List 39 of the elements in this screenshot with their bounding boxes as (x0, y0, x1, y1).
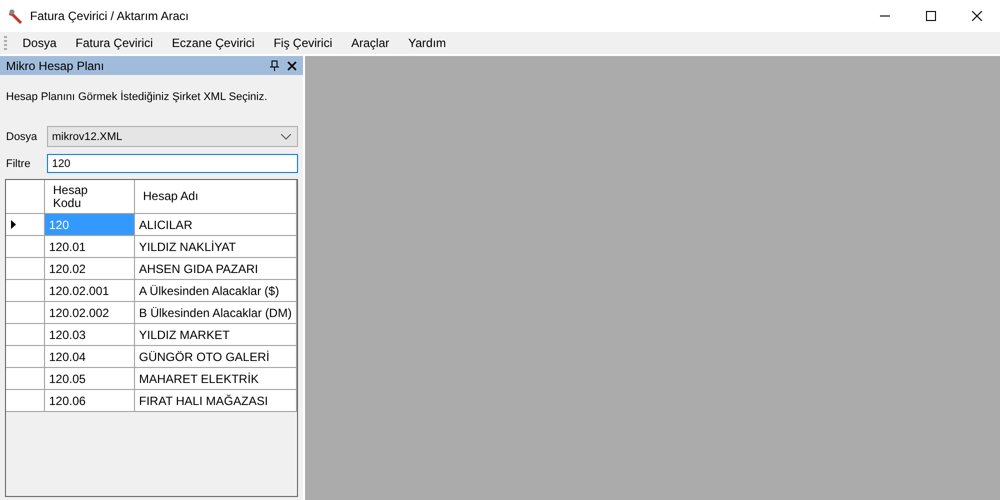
table-cell: 120.04 (45, 346, 135, 368)
table-cell: 120.02 (45, 258, 135, 280)
table-cell: YILDIZ MARKET (135, 324, 297, 346)
table-cell: 120.02.002 (45, 302, 135, 324)
chevron-down-icon (281, 134, 291, 140)
instruction-text: Hesap Planını Görmek İstediğiniz Şirket XML Seçiniz. (6, 91, 268, 103)
file-label: Dosya (6, 130, 38, 142)
table-cell: B Ülkesinden Alacaklar (DM) (135, 302, 297, 324)
table-cell: ALICILAR (135, 214, 297, 236)
window-title: Fatura Çevirici / Aktarım Aracı (30, 9, 189, 23)
menu-item[interactable]: Eczane Çevirici (162, 32, 264, 54)
menu-item[interactable]: Dosya (13, 32, 66, 54)
wrench-icon (8, 8, 24, 24)
close-button[interactable] (285, 60, 299, 71)
table-cell: MAHARET ELEKTRİK (135, 368, 297, 390)
table-cell: 120 (45, 214, 135, 236)
row-header[interactable] (6, 214, 45, 236)
menu-item[interactable]: Araçlar (342, 32, 399, 54)
table-cell: GÜNGÖR OTO GALERİ (135, 346, 297, 368)
maximize-icon (926, 11, 936, 21)
table-cell: 120.01 (45, 236, 135, 258)
table-cell: 120.03 (45, 324, 135, 346)
filter-field[interactable]: 120 (47, 154, 298, 173)
file-dropdown[interactable]: mikrov12.XML (47, 126, 298, 147)
current-row-icon (11, 220, 16, 229)
table-cell: 120.05 (45, 368, 135, 390)
table-cell: FIRAT HALI MAĞAZASI (135, 390, 297, 412)
table-cell: YILDIZ NAKLİYAT (135, 236, 297, 258)
menu-item[interactable]: Yardım (398, 32, 456, 54)
pin-button[interactable] (268, 60, 281, 71)
table-cell: A Ülkesinden Alacaklar ($) (135, 280, 297, 302)
close-icon (972, 11, 982, 21)
table-cell: 120.06 (45, 390, 135, 412)
menu-item[interactable]: Fiş Çevirici (264, 32, 342, 54)
table-cell: 120.02.001 (45, 280, 135, 302)
panel-title: Mikro Hesap Planı (6, 58, 104, 72)
filter-label: Filtre (6, 158, 32, 170)
table-cell: AHSEN GIDA PAZARI (135, 258, 297, 280)
menu-item[interactable]: Fatura Çevirici (66, 32, 162, 54)
